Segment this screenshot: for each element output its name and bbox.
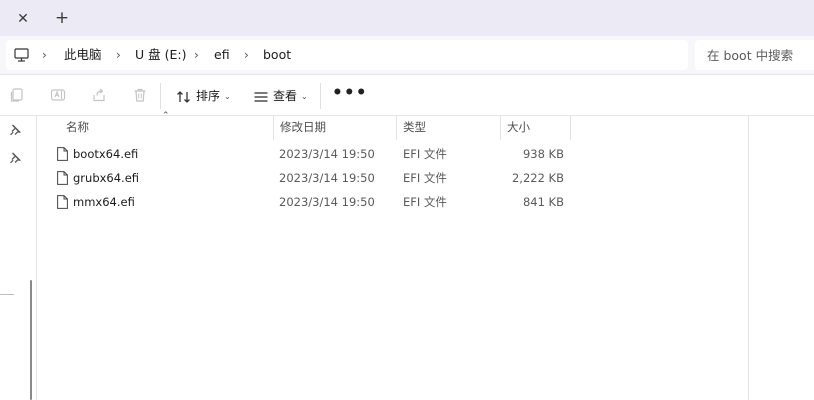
copy-icon[interactable] [9, 87, 25, 103]
content-divider [748, 116, 749, 400]
file-row[interactable]: bootx64.efi 2023/3/14 19:50 EFI 文件 938 K… [48, 143, 578, 165]
more-icon[interactable]: ••• [332, 85, 367, 107]
close-icon[interactable]: ✕ [12, 8, 34, 30]
file-size: 2,222 KB [511, 171, 564, 185]
chevron-down-icon: ⌄ [301, 91, 308, 101]
file-name: bootx64.efi [73, 147, 139, 161]
toolbar-separator [160, 83, 161, 109]
column-divider[interactable] [570, 116, 571, 140]
column-divider[interactable] [396, 116, 397, 140]
breadcrumb-efi[interactable]: efi [214, 47, 230, 63]
column-header-name[interactable]: 名称 [66, 116, 89, 140]
file-date: 2023/3/14 19:50 [279, 195, 375, 209]
file-icon [57, 195, 68, 209]
column-divider[interactable] [273, 116, 274, 140]
file-date: 2023/3/14 19:50 [279, 147, 375, 161]
search-input[interactable] [707, 47, 811, 63]
file-row[interactable]: grubx64.efi 2023/3/14 19:50 EFI 文件 2,222… [48, 167, 578, 189]
column-divider[interactable] [500, 116, 501, 140]
column-header-size[interactable]: 大小 [507, 116, 530, 140]
command-bar: 排序 ⌄ 查看 ⌄ ••• [0, 74, 814, 116]
this-pc-icon[interactable] [14, 47, 29, 63]
column-header-type[interactable]: 类型 [403, 116, 426, 140]
navigation-pane [0, 116, 34, 400]
sort-icon [177, 90, 190, 103]
chevron-down-icon: ⌄ [224, 91, 231, 101]
search-box[interactable] [695, 40, 814, 70]
address-bar[interactable]: › 此电脑 › U 盘 (E:) › efi › boot [6, 40, 688, 70]
delete-icon[interactable] [132, 87, 148, 103]
file-row[interactable]: mmx64.efi 2023/3/14 19:50 EFI 文件 841 KB [48, 191, 578, 213]
file-name: grubx64.efi [73, 171, 140, 185]
pin-icon[interactable] [9, 124, 21, 136]
nav-divider [0, 294, 14, 295]
breadcrumb-usb-drive[interactable]: U 盘 (E:) [135, 47, 186, 63]
file-size: 938 KB [522, 147, 564, 161]
chevron-right-icon[interactable]: › [116, 47, 121, 63]
file-icon [57, 171, 68, 185]
sort-ascending-icon: ⌃ [162, 111, 170, 121]
rename-icon[interactable] [50, 87, 66, 103]
view-icon [254, 91, 268, 102]
toolbar-separator [320, 83, 321, 109]
chevron-right-icon[interactable]: › [42, 47, 47, 63]
breadcrumb-boot[interactable]: boot [263, 47, 291, 63]
pane-divider[interactable] [36, 116, 37, 400]
pin-icon[interactable] [9, 152, 21, 164]
file-name: mmx64.efi [73, 195, 135, 209]
file-date: 2023/3/14 19:50 [279, 171, 375, 185]
file-type: EFI 文件 [403, 195, 447, 209]
sort-button[interactable]: 排序 ⌄ [176, 85, 231, 107]
chevron-right-icon[interactable]: › [194, 47, 199, 63]
breadcrumb-this-pc[interactable]: 此电脑 [64, 47, 102, 63]
chevron-right-icon[interactable]: › [244, 47, 249, 63]
file-icon [57, 147, 68, 161]
file-type: EFI 文件 [403, 147, 447, 161]
view-button[interactable]: 查看 ⌄ [253, 85, 308, 107]
plus-icon[interactable]: + [50, 7, 74, 31]
tab-strip: ✕ + [0, 0, 814, 36]
address-row: › 此电脑 › U 盘 (E:) › efi › boot [0, 36, 814, 74]
view-label: 查看 [273, 89, 298, 103]
nav-scrollbar[interactable] [30, 280, 32, 400]
column-header-date[interactable]: 修改日期 [280, 116, 326, 140]
file-size: 841 KB [522, 195, 564, 209]
file-type: EFI 文件 [403, 171, 447, 185]
share-icon[interactable] [91, 87, 107, 103]
sort-label: 排序 [196, 89, 221, 103]
